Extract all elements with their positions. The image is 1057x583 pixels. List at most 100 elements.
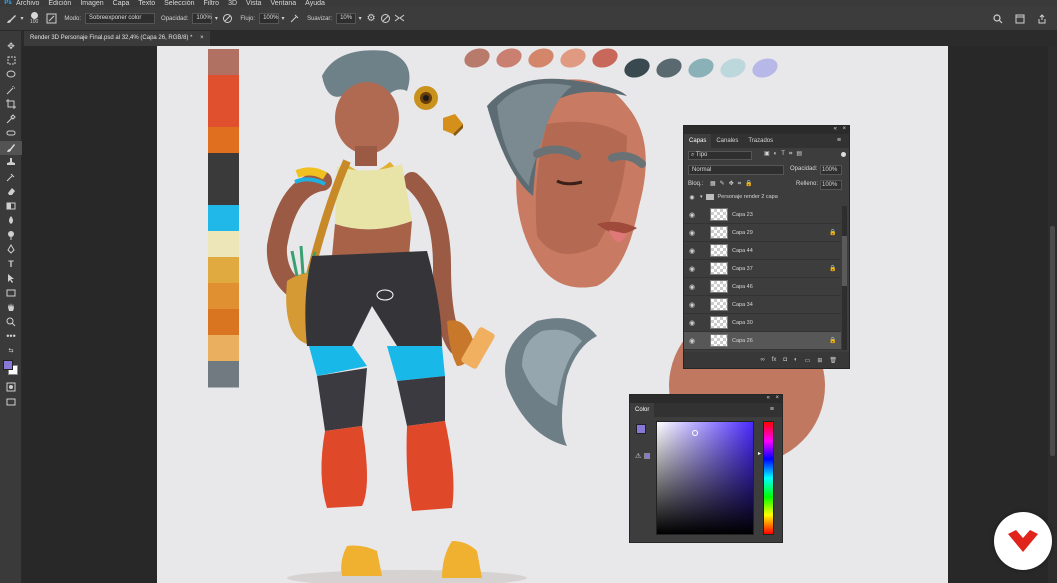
scrollbar-thumb[interactable] bbox=[1050, 226, 1055, 456]
clone-stamp-icon[interactable] bbox=[0, 155, 22, 170]
eye-icon[interactable]: ◉ bbox=[684, 247, 700, 255]
filter-toggle-icon[interactable] bbox=[841, 152, 846, 157]
swap-colors-icon[interactable]: ⇆ bbox=[0, 344, 22, 359]
layer-filter-select[interactable]: ⌕ Tipo bbox=[688, 151, 752, 160]
opacity-input[interactable]: 100% bbox=[192, 13, 213, 24]
document-tab[interactable]: Render 3D Personaje Final.psd al 32,4% (… bbox=[24, 31, 210, 46]
link-layers-icon[interactable]: ∞ bbox=[760, 357, 764, 363]
smoothing-input[interactable]: 10% bbox=[336, 13, 357, 24]
collapse-icon[interactable]: « bbox=[767, 395, 770, 401]
chevron-down-icon[interactable]: ▾ bbox=[356, 12, 364, 26]
eye-icon[interactable]: ◉ bbox=[684, 319, 700, 327]
menu-archivo[interactable]: Archivo bbox=[16, 0, 39, 7]
menu-ayuda[interactable]: Ayuda bbox=[305, 0, 325, 7]
eye-icon[interactable]: ◉ bbox=[684, 265, 700, 273]
healing-brush-icon[interactable] bbox=[0, 126, 22, 141]
crop-tool-icon[interactable] bbox=[0, 97, 22, 112]
adjustment-layer-icon[interactable]: ◐ bbox=[794, 357, 798, 363]
tab-trazados[interactable]: Trazados bbox=[743, 134, 778, 148]
warning-icon[interactable]: ⚠ bbox=[635, 452, 641, 460]
color-field[interactable] bbox=[656, 421, 754, 535]
menu-filtro[interactable]: Filtro bbox=[204, 0, 220, 7]
color-panel-foreground[interactable] bbox=[636, 424, 646, 434]
filter-icons[interactable]: ▣◐T⌗▤ bbox=[764, 150, 806, 158]
close-icon[interactable]: × bbox=[200, 35, 204, 41]
brush-settings-icon[interactable] bbox=[44, 12, 58, 26]
layer-row[interactable]: ◉ Capa 46 bbox=[684, 278, 841, 296]
pen-tool-icon[interactable] bbox=[0, 242, 22, 257]
blend-mode-select[interactable]: Normal bbox=[688, 165, 784, 175]
quick-mask-icon[interactable] bbox=[0, 380, 22, 395]
new-layer-icon[interactable]: ⊞ bbox=[817, 357, 822, 364]
dodge-tool-icon[interactable] bbox=[0, 228, 22, 243]
brush-tool-icon[interactable] bbox=[0, 140, 22, 155]
eye-icon[interactable]: ◉ bbox=[684, 301, 700, 309]
chevron-down-icon[interactable]: ▾ bbox=[279, 12, 287, 26]
eye-icon[interactable]: ◉ bbox=[684, 283, 700, 291]
layer-opacity-input[interactable]: 100% bbox=[820, 165, 842, 175]
hand-tool-icon[interactable] bbox=[0, 300, 22, 315]
panel-menu-icon[interactable]: ≡ bbox=[765, 403, 779, 417]
layers-scrollbar-thumb[interactable] bbox=[842, 236, 847, 286]
chevron-down-icon[interactable]: ▾ bbox=[212, 12, 220, 26]
new-group-icon[interactable]: ▭ bbox=[805, 357, 811, 364]
layer-row[interactable]: ◉ Capa 37 🔒 bbox=[684, 260, 841, 278]
layer-row[interactable]: ◉ Capa 30 bbox=[684, 314, 841, 332]
hue-slider[interactable] bbox=[763, 421, 774, 535]
move-tool-icon[interactable]: ✥ bbox=[0, 39, 22, 54]
hue-slider-pointer[interactable]: ▸ bbox=[758, 450, 761, 457]
pressure-size-icon[interactable] bbox=[378, 12, 392, 26]
fx-icon[interactable]: fx bbox=[772, 357, 777, 363]
foreground-color-swatch[interactable] bbox=[3, 360, 13, 370]
screen-mode-icon[interactable] bbox=[0, 395, 22, 410]
menu-vista[interactable]: Vista bbox=[246, 0, 261, 7]
lasso-tool-icon[interactable] bbox=[0, 68, 22, 83]
marquee-tool-icon[interactable] bbox=[0, 54, 22, 69]
history-brush-icon[interactable] bbox=[0, 170, 22, 185]
eye-icon[interactable]: ◉ bbox=[684, 337, 700, 345]
layer-group-row[interactable]: ◉ ▾ Personaje render 2 capa bbox=[684, 192, 849, 202]
vertical-scrollbar[interactable] bbox=[1048, 46, 1057, 583]
eye-icon[interactable]: ◉ bbox=[684, 211, 700, 219]
tab-capas[interactable]: Capas bbox=[684, 134, 712, 148]
menu-seleccion[interactable]: Selección bbox=[164, 0, 194, 7]
menu-imagen[interactable]: Imagen bbox=[80, 0, 103, 7]
eye-icon[interactable]: ◉ bbox=[684, 229, 700, 237]
share-icon[interactable] bbox=[1035, 12, 1049, 26]
gear-icon[interactable]: ⚙ bbox=[364, 12, 378, 26]
brush-size-picker[interactable]: 100 bbox=[30, 12, 38, 25]
tab-color[interactable]: Color bbox=[630, 403, 655, 417]
web-safe-swatch[interactable] bbox=[644, 453, 650, 459]
mask-icon[interactable]: ◘ bbox=[783, 357, 787, 363]
menu-3d[interactable]: 3D bbox=[228, 0, 237, 7]
more-tools-icon[interactable]: ••• bbox=[0, 329, 22, 344]
blur-tool-icon[interactable] bbox=[0, 213, 22, 228]
trash-icon[interactable]: 🗑 bbox=[829, 357, 837, 364]
menu-capa[interactable]: Capa bbox=[113, 0, 130, 7]
layers-scrollbar[interactable] bbox=[842, 206, 847, 350]
collapse-icon[interactable]: « bbox=[834, 126, 837, 132]
menu-texto[interactable]: Texto bbox=[138, 0, 155, 7]
layer-row[interactable]: ◉ Capa 23 bbox=[684, 206, 841, 224]
tab-canales[interactable]: Canales bbox=[711, 134, 743, 148]
magic-wand-icon[interactable] bbox=[0, 83, 22, 98]
lock-icons[interactable]: ▦✎✥⌗🔒 bbox=[710, 180, 757, 188]
flow-input[interactable]: 100% bbox=[259, 13, 280, 24]
gradient-tool-icon[interactable] bbox=[0, 199, 22, 214]
eraser-icon[interactable] bbox=[0, 184, 22, 199]
workspace-icon[interactable] bbox=[1013, 12, 1027, 26]
menu-ventana[interactable]: Ventana bbox=[270, 0, 296, 7]
eye-icon[interactable]: ◉ bbox=[684, 194, 700, 201]
path-selection-icon[interactable] bbox=[0, 271, 22, 286]
layer-row[interactable]: ◉ Capa 44 bbox=[684, 242, 841, 260]
panel-menu-icon[interactable]: ≡ bbox=[832, 134, 846, 148]
eyedropper-icon[interactable] bbox=[0, 112, 22, 127]
color-field-cursor[interactable] bbox=[692, 430, 698, 436]
symmetry-icon[interactable] bbox=[392, 12, 406, 26]
rectangle-tool-icon[interactable] bbox=[0, 286, 22, 301]
layer-row[interactable]: ◉ Capa 34 bbox=[684, 296, 841, 314]
chevron-down-icon[interactable]: ▾ bbox=[18, 12, 26, 26]
pressure-opacity-icon[interactable] bbox=[220, 12, 234, 26]
chevron-down-icon[interactable]: ▾ bbox=[700, 194, 703, 200]
layer-row[interactable]: ◉ Capa 26 🔒 bbox=[684, 332, 841, 350]
